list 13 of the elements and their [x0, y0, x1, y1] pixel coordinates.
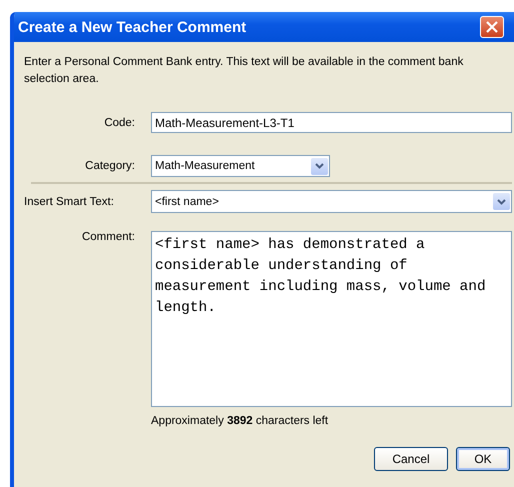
- characters-left-text: Approximately 3892 characters left: [151, 415, 330, 427]
- code-field[interactable]: Math-Measurement-L3-T1: [151, 112, 512, 133]
- field-label: Insert Smart Text:: [24, 196, 114, 208]
- comment-field[interactable]: <first name> has demonstrated a considerable understanding of measurement including mass, volume and length.: [151, 231, 512, 407]
- field-label: Code:: [104, 116, 136, 128]
- window-title: Create a New Teacher Comment: [18, 18, 246, 36]
- smart-text-dropdown[interactable]: <first name>: [151, 190, 512, 213]
- category-dropdown[interactable]: Math-Measurement: [151, 155, 330, 177]
- field-label: Comment:: [82, 231, 136, 243]
- field-label: Category:: [85, 160, 136, 172]
- intro-text: Enter a Personal Comment Bank entry. This text will be available in the comment bank selection area.: [24, 55, 464, 87]
- cancel-button[interactable]: Cancel: [374, 447, 448, 471]
- ok-button[interactable]: OK: [456, 447, 510, 471]
